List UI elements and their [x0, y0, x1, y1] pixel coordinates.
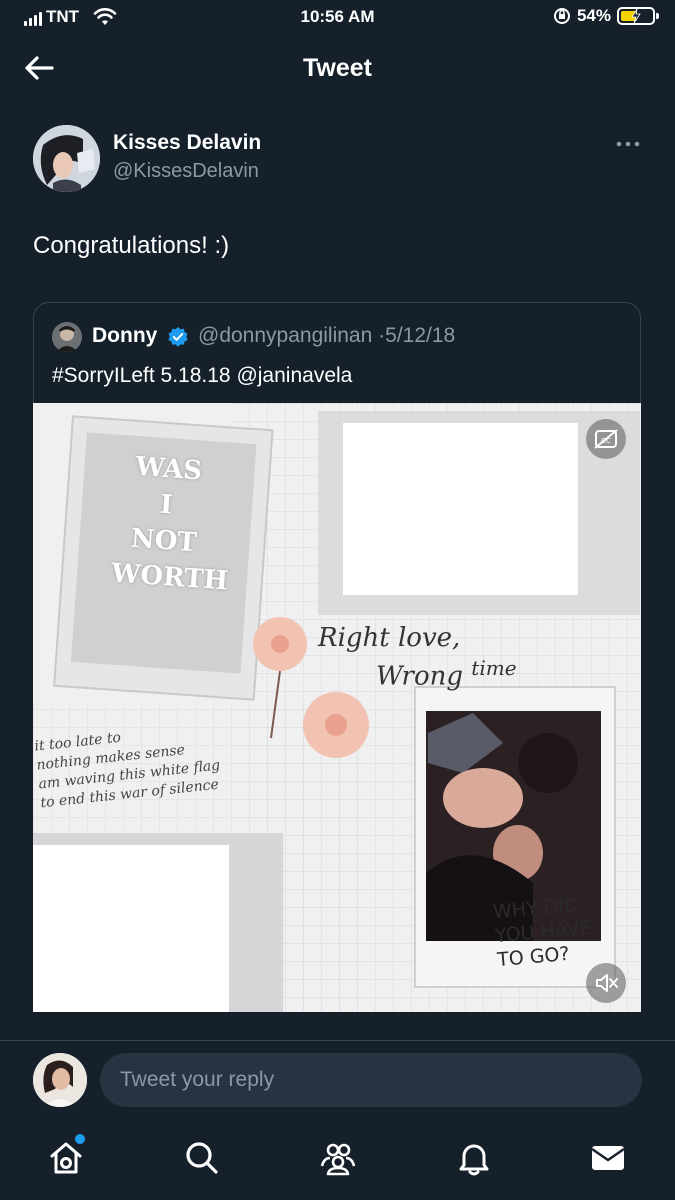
page-title: Tweet	[303, 54, 372, 82]
author-handle[interactable]: @KissesDelavin	[113, 160, 259, 183]
battery-icon	[617, 7, 659, 25]
search-icon[interactable]	[182, 1138, 222, 1178]
mute-toggle-button[interactable]	[586, 963, 626, 1003]
communities-icon[interactable]	[318, 1138, 358, 1178]
captions-off-icon: CC	[594, 429, 618, 449]
home-notification-dot	[75, 1134, 85, 1144]
quoted-author-avatar[interactable]	[52, 322, 82, 352]
home-icon[interactable]	[46, 1138, 86, 1178]
blank-photo-top	[343, 423, 578, 595]
blank-photo-bottom	[33, 845, 229, 1012]
quoted-author-handle-date: @donnypangilinan ·5/12/18	[198, 324, 455, 348]
more-dots-icon[interactable]	[612, 132, 644, 156]
quoted-media-video[interactable]: WAS I NOT WORTH Right love, Wrong time i…	[33, 403, 641, 1012]
quoted-date: 5/12/18	[385, 324, 456, 347]
battery-group: 54%	[553, 6, 659, 26]
verified-badge-icon	[168, 327, 188, 347]
current-user-avatar[interactable]	[33, 1053, 87, 1107]
status-bar: TNT 10:56 AM 54%	[0, 0, 675, 34]
messages-icon[interactable]	[588, 1138, 628, 1178]
battery-percent: 54%	[576, 6, 611, 25]
orientation-lock-icon	[553, 8, 570, 24]
poster-words: WAS I NOT WORTH	[110, 451, 230, 597]
photo-caption: WHY DID YOU HAVE TO GO?	[492, 893, 593, 972]
author-avatar[interactable]	[33, 125, 100, 192]
captions-toggle-button[interactable]: CC	[586, 419, 626, 459]
reply-input[interactable]	[100, 1053, 642, 1107]
tweet-text: Congratulations! :)	[33, 232, 230, 259]
script-title: Right love, Wrong time	[318, 623, 517, 692]
quoted-author-name[interactable]: Donny	[92, 324, 157, 348]
volume-mute-icon	[596, 974, 618, 992]
notifications-icon[interactable]	[454, 1138, 494, 1178]
divider	[0, 1040, 675, 1041]
quoted-author-handle[interactable]: @donnypangilinan	[198, 324, 372, 347]
author-name[interactable]: Kisses Delavin	[113, 131, 261, 155]
quoted-tweet-text: #SorryILeft 5.18.18 @janinavela	[52, 364, 353, 387]
